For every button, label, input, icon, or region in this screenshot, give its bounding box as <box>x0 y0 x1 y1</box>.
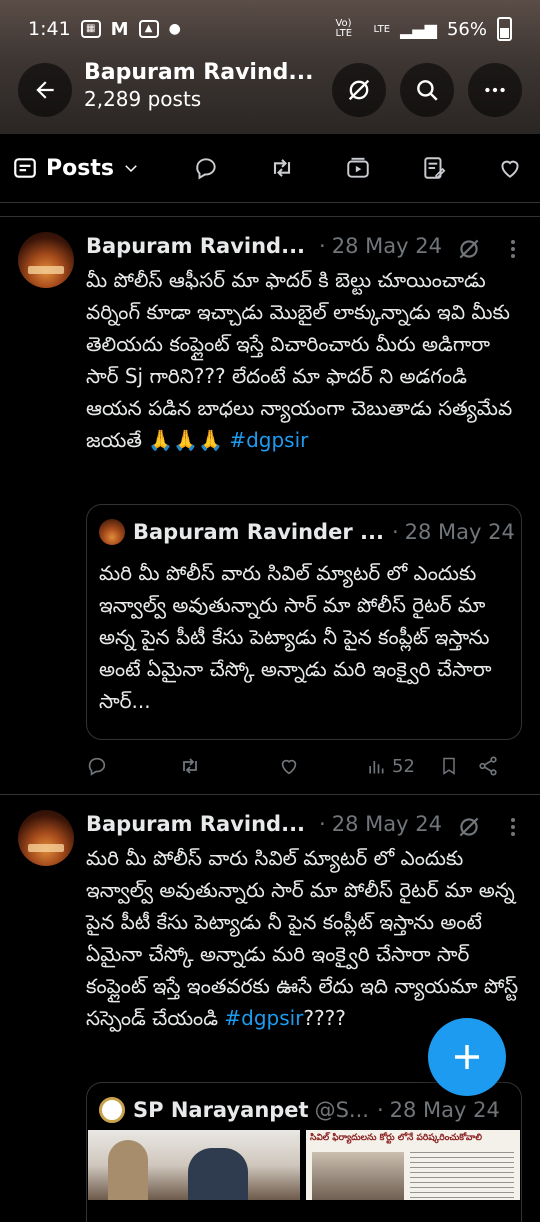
separator-dot: · <box>391 520 399 544</box>
compose-button[interactable] <box>428 1018 506 1096</box>
divider <box>0 216 540 217</box>
quote-media-image[interactable]: సివిల్ ఫిర్యాదులను కోర్టు లోనే పరిష్కరిం… <box>306 1130 520 1200</box>
bookmark-icon <box>439 755 459 777</box>
tab-reposts[interactable] <box>268 154 296 182</box>
image-icon: ▲ <box>138 20 159 38</box>
posts-icon <box>12 155 38 181</box>
search-button[interactable] <box>400 63 454 117</box>
police-seal-icon <box>99 1097 125 1123</box>
post-meta: Bapuram Ravind... · 28 May 24 <box>86 234 442 258</box>
views-button[interactable]: 52 <box>366 756 415 777</box>
post-text: మరి మీ పోలీస్ వారు సివిల్ మ్యాటర్ లో ఎంద… <box>86 842 526 1034</box>
status-time: 1:41 <box>28 18 71 40</box>
repost-button[interactable] <box>178 754 202 778</box>
battery-icon <box>497 17 512 41</box>
network-label: Vo) LTE <box>335 18 353 39</box>
tab-posts-label: Posts <box>46 155 114 181</box>
avatar[interactable] <box>18 232 74 288</box>
media-caption: సివిల్ ఫిర్యాదులను కోర్టు లోనే పరిష్కరిం… <box>310 1133 482 1143</box>
reply-icon <box>86 755 108 777</box>
header-post-count: 2,289 posts <box>84 87 202 111</box>
status-bar: 1:41 ▦ M ▲ ● Vo) LTE LTE ▂▄▆ 56% <box>0 0 540 58</box>
post-date[interactable]: 28 May 24 <box>332 234 442 258</box>
post-suffix: ???? <box>303 1006 346 1030</box>
header-name: Bapuram Ravind... <box>84 60 314 85</box>
quote-handle: @S... <box>314 1098 369 1122</box>
reply-icon <box>193 155 219 181</box>
search-icon <box>414 77 440 103</box>
separator-dot: · <box>376 1098 384 1122</box>
grok-icon[interactable] <box>456 236 482 262</box>
separator-dot: · <box>319 812 326 836</box>
article-icon <box>421 155 447 181</box>
post-author[interactable]: Bapuram Ravind... <box>86 234 305 258</box>
app-grid-icon: ▦ <box>80 20 101 38</box>
quote-author: SP Narayanpet <box>133 1098 309 1122</box>
views-icon <box>366 756 386 776</box>
notifications-off-button[interactable] <box>332 63 386 117</box>
reply-button[interactable] <box>86 755 108 777</box>
avatar[interactable] <box>18 810 74 866</box>
more-button[interactable] <box>468 63 522 117</box>
post-author[interactable]: Bapuram Ravind... <box>86 812 305 836</box>
like-button[interactable] <box>278 755 300 777</box>
gmail-icon: M <box>110 18 129 40</box>
repost-icon <box>268 154 296 182</box>
arrow-left-icon <box>32 77 58 103</box>
tab-media[interactable] <box>344 154 372 182</box>
tab-posts[interactable]: Posts <box>0 155 140 181</box>
header-title-block: Bapuram Ravind... 2,289 posts <box>84 60 313 111</box>
dot-icon: ● <box>168 21 181 37</box>
plus-icon <box>451 1041 483 1073</box>
heart-icon <box>497 155 523 181</box>
more-vertical-icon[interactable] <box>508 815 518 839</box>
quote-media-image[interactable] <box>88 1130 300 1200</box>
back-button[interactable] <box>18 63 72 117</box>
post-body: మీ పోలీస్ ఆఫీసర్ మా ఫాదర్ కి బెల్టు చూయి… <box>86 268 513 452</box>
separator-dot: · <box>319 234 326 258</box>
views-count: 52 <box>392 755 415 777</box>
post-text: మీ పోలీస్ ఆఫీసర్ మా ఫాదర్ కి బెల్టు చూయి… <box>86 264 526 456</box>
quote-date: 28 May 24 <box>404 520 515 544</box>
quote-author: Bapuram Ravinder ... <box>133 520 384 544</box>
quote-meta: SP Narayanpet @S... · 28 May 24 <box>99 1097 500 1123</box>
quote-meta: Bapuram Ravinder ... · 28 May 24 <box>99 519 515 545</box>
hashtag-link[interactable]: #dgpsir <box>224 1006 303 1030</box>
post-meta: Bapuram Ravind... · 28 May 24 <box>86 812 442 836</box>
header-bar: Bapuram Ravind... 2,289 posts <box>0 58 540 122</box>
battery-percent: 56% <box>446 18 487 40</box>
post-body: మరి మీ పోలీస్ వారు సివిల్ మ్యాటర్ లో ఎంద… <box>86 846 519 1030</box>
share-button[interactable] <box>477 755 499 777</box>
profile-tabs: Posts <box>0 134 540 203</box>
post-actions: 52 <box>86 754 526 778</box>
bookmark-button[interactable] <box>439 755 459 777</box>
quote-avatar <box>99 519 125 545</box>
hashtag-link[interactable]: #dgpsir <box>229 428 308 452</box>
lte-icon: LTE <box>373 23 391 35</box>
quoted-post[interactable]: Bapuram Ravinder ... · 28 May 24 మరి మీ … <box>86 504 522 740</box>
media-icon <box>345 155 371 181</box>
grok-icon[interactable] <box>456 814 482 840</box>
repost-icon <box>178 754 202 778</box>
more-vertical-icon[interactable] <box>508 237 518 261</box>
chevron-down-icon <box>122 159 140 177</box>
tab-likes[interactable] <box>496 154 524 182</box>
tab-articles[interactable] <box>420 154 448 182</box>
quote-text: మరి మీ పోలీస్ వారు సివిల్ మ్యాటర్ లో ఎంద… <box>99 561 492 713</box>
tab-replies[interactable] <box>192 154 220 182</box>
divider <box>0 794 540 795</box>
post-date[interactable]: 28 May 24 <box>332 812 442 836</box>
quote-date: 28 May 24 <box>389 1098 500 1122</box>
share-icon <box>477 755 499 777</box>
signal-icon: ▂▄▆ <box>400 19 437 39</box>
more-horizontal-icon <box>482 77 508 103</box>
heart-icon <box>278 755 300 777</box>
notifications-off-icon <box>345 76 373 104</box>
